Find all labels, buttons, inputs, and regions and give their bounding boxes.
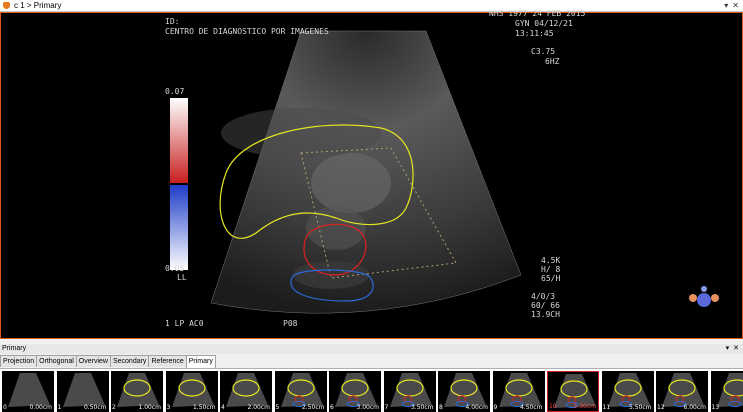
tab-primary[interactable]: Primary (186, 355, 216, 368)
thumbnail-distance: 6.00cm (683, 404, 706, 411)
thumbnail-index: 6 (330, 404, 334, 411)
thumbnail-distance: 5.50cm (629, 404, 652, 411)
app-logo-icon (3, 2, 10, 9)
window-dropdown-button[interactable]: ▾ (724, 0, 728, 11)
slice-thumbnail[interactable]: 12 6.00cm (656, 371, 708, 412)
scale-top-value: 0.07 (165, 87, 184, 96)
thumbnail-distance: 0.50cm (84, 404, 107, 411)
tab-reference[interactable]: Reference (148, 355, 186, 367)
scale-unit: LL (177, 273, 187, 282)
slice-thumbnail[interactable]: 8 4.00cm (438, 371, 490, 412)
color-scale-red (170, 98, 188, 183)
ultrasound-image (1, 13, 742, 338)
thumbnail-distance: 2.00cm (247, 404, 270, 411)
tab-secondary[interactable]: Secondary (110, 355, 149, 367)
slice-thumbnail[interactable]: 2 1.00cm (111, 371, 163, 412)
slice-thumbnail[interactable]: 1 0.50cm (57, 371, 109, 412)
window-controls: ▾ ✕ (724, 0, 739, 11)
thumbnail-index: 2 (112, 404, 116, 411)
slice-thumbnail[interactable]: 11 5.50cm (602, 371, 654, 412)
ultrasound-viewport[interactable]: ID: CENTRO DE DIAGNOSTICO POR IMAGENES N… (0, 12, 743, 339)
tab-overview[interactable]: Overview (76, 355, 111, 367)
slice-thumbnail[interactable]: 10 5.00cm (547, 371, 599, 412)
thumbnail-index: 4 (221, 404, 225, 411)
panel-dropdown-button[interactable]: ▾ (726, 344, 730, 354)
thumbnail-index: 11 (603, 404, 611, 411)
orientation-marker (689, 286, 719, 307)
panel-title: Primary (2, 344, 26, 354)
exam-header: NHS 1977 24 FEB 2015 (489, 9, 585, 18)
slice-thumbnail[interactable]: 9 4.50cm (493, 371, 545, 412)
thumbnail-distance: 3.00cm (356, 404, 379, 411)
thumbnail-distance: 3.50cm (411, 404, 434, 411)
thumbnail-distance: 0.00cm (29, 404, 52, 411)
slice-thumbnail[interactable]: 4 2.00cm (220, 371, 272, 412)
institution-name: CENTRO DE DIAGNOSTICO POR IMAGENES (165, 27, 329, 36)
imaging-params: 4.5K H/ 8 65/H (541, 256, 560, 283)
view-tabs: Projection Orthogonal Overview Secondary… (0, 355, 215, 367)
thumbnail-index: 9 (494, 404, 498, 411)
tab-orthogonal[interactable]: Orthogonal (36, 355, 77, 367)
slice-thumbnail[interactable]: 7 3.50cm (384, 371, 436, 412)
thumbnail-index: 12 (657, 404, 665, 411)
thumbnail-distance: 2.50cm (302, 404, 325, 411)
thumbnail-index: 13 (712, 404, 720, 411)
thumbnail-index: 8 (439, 404, 443, 411)
preset-label: 1 LP AC0 (165, 319, 204, 328)
slice-thumbnail[interactable]: 136.5 (711, 371, 743, 412)
slice-thumbnail-strip: 0 0.00cm 1 0.50cm 2 1.00cm 3 1.50cm 4 2.00cm 5 2.50… (0, 368, 743, 412)
gain-params: 4/0/3 60/ 66 13.9CH (531, 292, 560, 319)
thumbnail-index: 5 (276, 404, 280, 411)
thumbnail-distance: 5.00cm (573, 403, 596, 410)
thumbnail-index: 0 (3, 404, 7, 411)
window-titlebar: c 1 > Primary ▾ ✕ (0, 0, 743, 12)
thumbnail-index: 7 (385, 404, 389, 411)
power-label: P08 (283, 319, 297, 328)
slice-thumbnail[interactable]: 5 2.50cm (275, 371, 327, 412)
window-close-button[interactable]: ✕ (732, 0, 739, 11)
tab-projection[interactable]: Projection (0, 355, 37, 367)
probe-label: C3.75 (531, 47, 555, 56)
thumbnail-distance: 4.50cm (520, 404, 543, 411)
thumbnail-index: 10 (549, 403, 557, 410)
frequency-label: 6HZ (545, 57, 559, 66)
slice-thumbnail[interactable]: 3 1.50cm (166, 371, 218, 412)
thumbnail-index: 3 (167, 404, 171, 411)
thumbnail-index: 1 (58, 404, 62, 411)
thumbnail-distance: 1.00cm (138, 404, 161, 411)
exam-date: GYN 04/12/21 (515, 19, 573, 28)
slice-thumbnail[interactable]: 6 3.00cm (329, 371, 381, 412)
exam-time: 13:11:45 (515, 29, 554, 38)
panel-close-button[interactable]: ✕ (733, 344, 739, 354)
thumbnail-distance: 1.50cm (193, 404, 216, 411)
panel-header: Primary ▾ ✕ (0, 344, 743, 354)
thumbnail-distance: 4.00cm (465, 404, 488, 411)
scale-bottom-value: 0.05 (165, 264, 184, 273)
window-title: c 1 > Primary (14, 0, 61, 11)
color-scale-blue (170, 185, 188, 270)
slice-thumbnail[interactable]: 0 0.00cm (2, 371, 54, 412)
patient-id-label: ID: (165, 17, 179, 26)
